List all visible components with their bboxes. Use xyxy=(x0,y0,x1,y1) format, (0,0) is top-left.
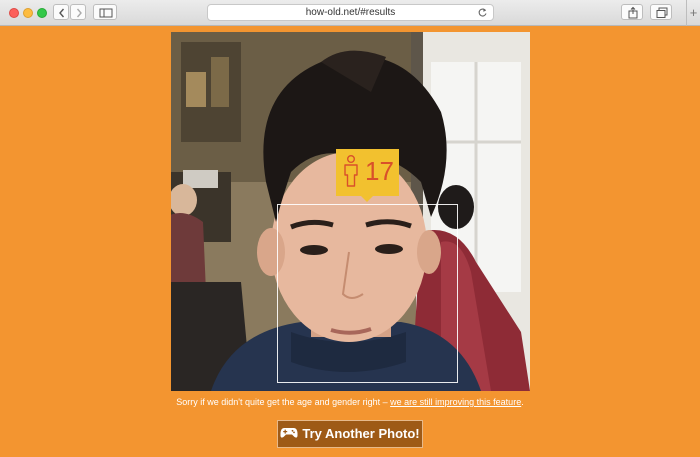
tabs-icon xyxy=(656,7,668,18)
improving-feature-link[interactable]: we are still improving this feature xyxy=(390,397,521,407)
chevron-right-icon xyxy=(76,8,82,18)
notice-suffix: . xyxy=(521,397,524,407)
new-tab-button[interactable]: + xyxy=(686,0,700,26)
age-badge: 17 xyxy=(336,149,399,202)
share-icon xyxy=(628,6,638,19)
male-icon xyxy=(344,155,358,187)
zoom-window-button[interactable] xyxy=(37,8,47,18)
back-button[interactable] xyxy=(53,4,69,20)
notice-text: Sorry if we didn't quite get the age and… xyxy=(176,397,388,407)
minimize-window-button[interactable] xyxy=(23,8,33,18)
reload-icon[interactable] xyxy=(477,7,488,18)
forward-button[interactable] xyxy=(70,4,86,20)
try-another-photo-button[interactable]: Try Another Photo! xyxy=(277,420,423,448)
gamepad-icon xyxy=(280,428,298,438)
face-detection-box xyxy=(277,204,458,383)
address-bar[interactable]: how-old.net/#results xyxy=(207,4,494,21)
sidebar-icon xyxy=(99,8,113,18)
close-window-button[interactable] xyxy=(9,8,19,18)
chevron-left-icon xyxy=(59,8,65,18)
browser-toolbar: how-old.net/#results + xyxy=(0,0,700,26)
share-button[interactable] xyxy=(621,4,643,20)
address-url: how-old.net/#results xyxy=(305,7,396,18)
sidebar-toggle-button[interactable] xyxy=(93,4,117,20)
tabs-overview-button[interactable] xyxy=(650,4,672,20)
detected-age: 17 xyxy=(365,156,394,186)
try-another-photo-label: Try Another Photo! xyxy=(302,426,420,441)
accuracy-notice: Sorry if we didn't quite get the age and… xyxy=(0,396,700,408)
